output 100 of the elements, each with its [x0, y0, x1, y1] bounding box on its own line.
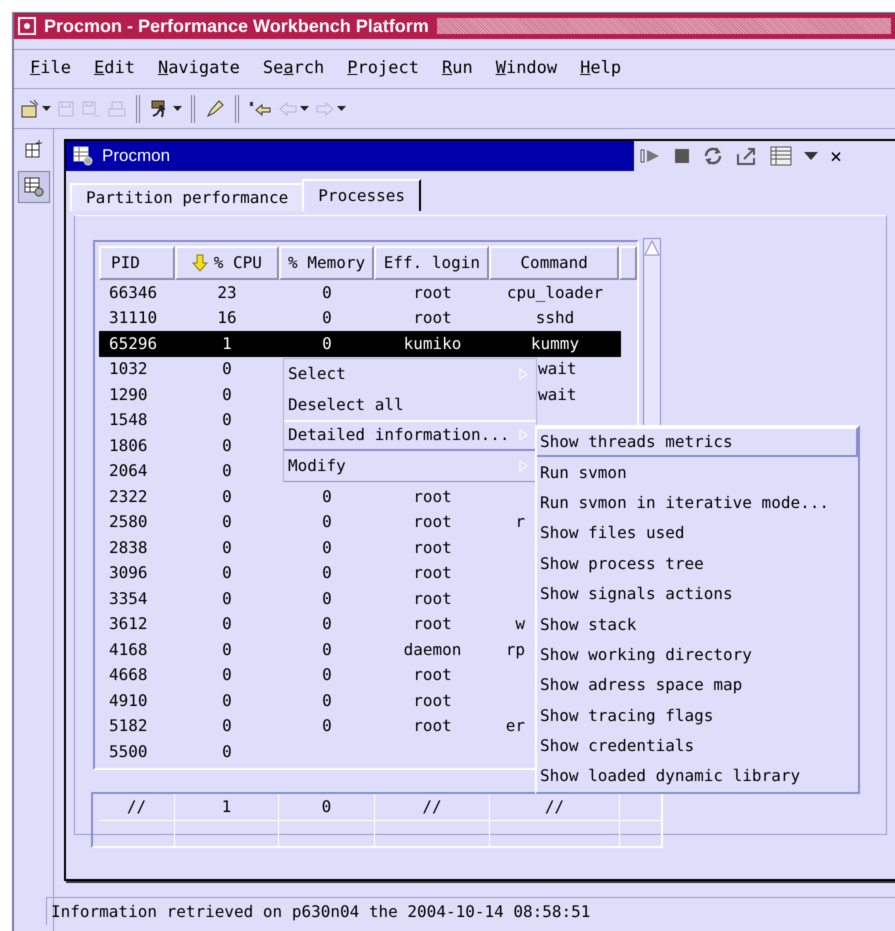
table-cell-text: root [413, 613, 452, 636]
menu-item[interactable]: Run [442, 56, 473, 82]
column-header[interactable]: Eff. login [374, 246, 490, 280]
menu-item[interactable]: Modify [284, 450, 536, 481]
table-cell-text: 0 [222, 536, 232, 559]
table-cell-text: kummy [530, 332, 580, 355]
table-cell-text: 3612 [109, 613, 148, 636]
menu-item[interactable]: Help [580, 56, 622, 82]
table-cell-text: 0 [222, 409, 232, 432]
menu-item[interactable]: Detailed information... [284, 420, 536, 450]
table-cell-text: 16 [217, 307, 237, 330]
table-icon[interactable] [770, 146, 792, 166]
submenu-arrow-icon [519, 368, 528, 380]
table-cell-text: 0 [222, 664, 232, 686]
table-cell-text: 66346 [109, 282, 158, 304]
table-cell-text: root [413, 588, 452, 610]
menu-item[interactable]: File [30, 56, 71, 82]
add-view-icon[interactable] [24, 139, 44, 159]
view-menu-caret-icon[interactable] [804, 152, 818, 160]
tab[interactable]: Partition performance [70, 183, 302, 211]
table-cell-text: 0 [322, 664, 332, 686]
table-cell-text: 23 [217, 282, 237, 304]
table-cell-text: 5182 [109, 715, 148, 738]
table-cell-text: 2064 [109, 460, 148, 482]
menu-item[interactable]: Deselect all [284, 390, 536, 420]
table-cell-text: 1548 [109, 409, 148, 432]
menu-item[interactable]: Run svmon [537, 457, 858, 488]
menu-item[interactable]: Select [284, 359, 536, 390]
table-cell-text: 31110 [109, 307, 158, 330]
menu-item[interactable]: Show stack [537, 609, 858, 640]
table-gear-icon [72, 145, 94, 167]
table-cell-text: // [544, 796, 564, 818]
table-cell-text: root [413, 511, 452, 534]
column-header [619, 246, 637, 280]
menu-item[interactable]: Show credentials [537, 730, 858, 762]
table-cell-text: 2580 [109, 511, 148, 534]
table-cell-text: 4668 [109, 664, 148, 686]
table-cell-text: 2838 [109, 536, 148, 559]
table-cell-text: 0 [322, 282, 332, 304]
star-arrow-icon[interactable] [248, 100, 272, 118]
menu-item[interactable]: Navigate [158, 56, 240, 82]
table-cell-text: root [413, 715, 452, 738]
menu-item[interactable]: Window [496, 56, 558, 82]
table-cell-text: 0 [322, 588, 332, 610]
export-icon[interactable] [736, 146, 758, 166]
sort-down-arrow-icon [192, 254, 208, 272]
refresh-icon[interactable] [702, 145, 724, 167]
table-cell-text: root [413, 307, 452, 330]
column-header[interactable]: % CPU [174, 246, 279, 280]
menu-item[interactable]: Edit [94, 56, 135, 82]
table-cell-text: 0 [322, 796, 332, 818]
table-row[interactable]: 31110 16 0 root sshd [99, 306, 621, 331]
table-cell-text: wait [538, 384, 577, 406]
window-menu-icon[interactable] [18, 17, 36, 35]
menu-item[interactable]: P roject [347, 56, 419, 82]
table-cell-text: 0 [322, 307, 332, 330]
table-cell-text: root [413, 562, 452, 584]
new-wizard-icon[interactable] [20, 98, 40, 118]
column-header[interactable]: PID [99, 246, 175, 280]
dropdown-button[interactable] [42, 106, 51, 111]
stop-icon[interactable] [674, 148, 690, 164]
table-cell-text: 1806 [109, 434, 148, 457]
table-cell-text: kumiko [404, 332, 462, 355]
dropdown-button[interactable] [173, 106, 182, 111]
table-cell-text: 0 [222, 434, 232, 457]
menu-item[interactable]: Show files used [537, 518, 858, 549]
menu-item[interactable]: Show working directory [537, 640, 858, 670]
table-cell-text: daemon [404, 638, 462, 661]
table-cell-text: 0 [222, 638, 232, 661]
menu-item[interactable]: Show loaded dynamic library [537, 761, 858, 792]
menu-item[interactable]: Show adress space map [537, 670, 858, 701]
menu-item[interactable]: Run svmon in iterative mode... [537, 488, 858, 518]
view-shortcut-button[interactable] [18, 171, 50, 203]
tab[interactable]: Processes [302, 179, 421, 211]
table-cell-text: 5500 [109, 740, 148, 763]
menu-item[interactable]: Show signals actions [537, 578, 858, 610]
scroll-up-arrow-icon[interactable] [644, 239, 660, 257]
close-button[interactable]: × [830, 146, 842, 166]
table-cell-text: 0 [222, 562, 232, 584]
menu-item[interactable]: Show tracing flags [537, 700, 858, 731]
table-cell-text: 3096 [109, 562, 148, 584]
table-cell-text: 0 [322, 562, 332, 584]
pen-icon[interactable] [204, 98, 226, 120]
menu-item[interactable]: Sea rch [262, 56, 324, 82]
column-header[interactable]: Command [489, 246, 620, 280]
table-cell-text: root [413, 664, 452, 686]
status-text: Information retrieved on p630n04 the 2004-10-14 08:58:51 [51, 900, 590, 922]
menu-item[interactable]: Show threads metrics [537, 427, 858, 458]
table-cell-text: 0 [322, 332, 332, 355]
table-cell-text: 4168 [109, 638, 148, 661]
table-cell-text: 65296 [109, 332, 158, 355]
table-row[interactable]: 65296 1 0 kumiko kummy [99, 331, 621, 356]
table-cell-text: er [506, 715, 525, 738]
table-cell-text: 0 [322, 486, 332, 508]
menu-item[interactable]: Show process tree [537, 548, 858, 579]
table-cell-text: 0 [322, 536, 332, 559]
table-cell-text: 1032 [109, 358, 148, 380]
table-row[interactable]: 66346 23 0 root cpu_loader [99, 280, 621, 306]
column-header[interactable]: % Memory [278, 246, 374, 280]
table-cell-text: 0 [222, 588, 232, 610]
